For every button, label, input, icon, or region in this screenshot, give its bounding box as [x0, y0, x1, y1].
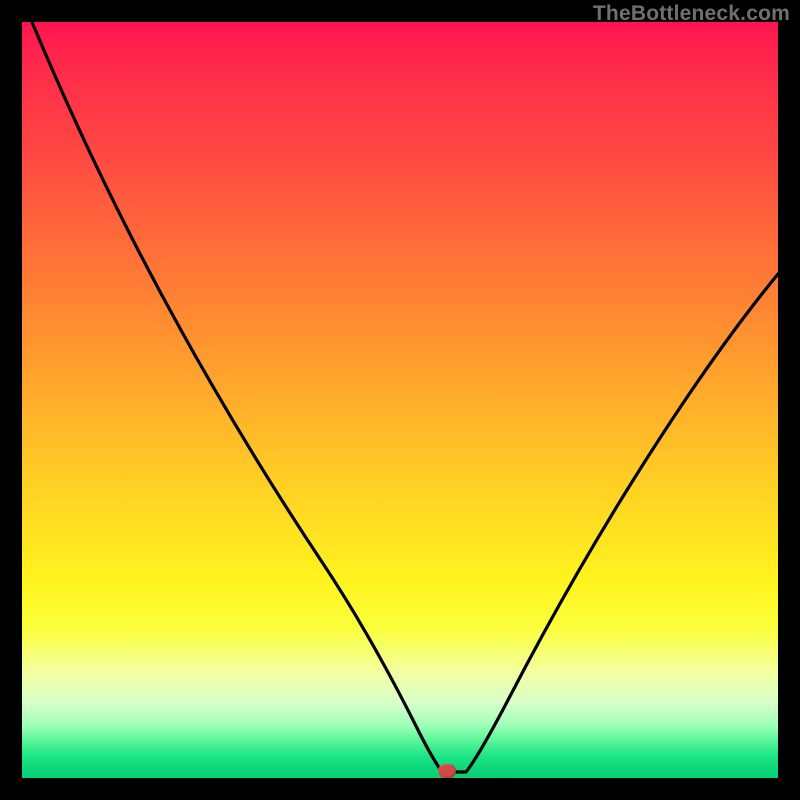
- curve-path: [32, 22, 778, 772]
- watermark-text: TheBottleneck.com: [593, 2, 790, 26]
- optimum-marker: [438, 764, 456, 778]
- chart-frame: TheBottleneck.com: [0, 0, 800, 800]
- bottleneck-curve: [22, 22, 778, 778]
